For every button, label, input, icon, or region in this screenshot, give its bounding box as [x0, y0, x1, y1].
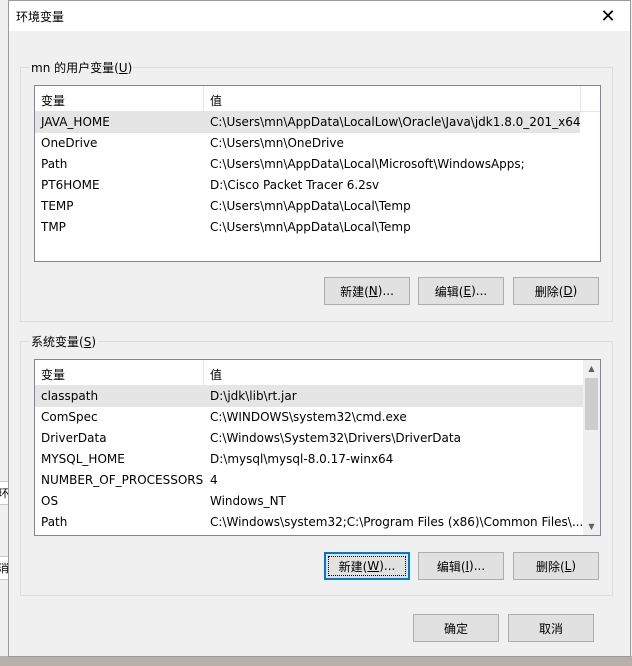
- variable-name: OS: [41, 494, 59, 508]
- table-row[interactable]: PT6HOME D:\Cisco Packet Tracer 6.2sv: [35, 175, 580, 196]
- variable-name: DriverData: [41, 431, 107, 445]
- table-row[interactable]: JAVA_HOME C:\Users\mn\AppData\LocalLow\Or…: [35, 112, 581, 133]
- system-new-button[interactable]: 新建(W)...: [324, 552, 410, 580]
- variable-value: D:\Cisco Packet Tracer 6.2sv: [210, 178, 380, 192]
- table-row[interactable]: Path C:\Users\mn\AppData\Local\Microsoft\…: [35, 154, 580, 175]
- variable-name: NUMBER_OF_PROCESSORS: [41, 473, 204, 487]
- variable-value: C:\Users\mn\OneDrive: [210, 136, 344, 150]
- scroll-up-icon[interactable]: ▲: [583, 360, 600, 377]
- system-variables-legend: 系统变量(S): [29, 333, 98, 350]
- list-header: 变量 值: [35, 86, 600, 112]
- variable-name: JAVA_HOME: [41, 115, 110, 129]
- user-edit-button[interactable]: 编辑(E)...: [418, 277, 504, 305]
- system-delete-button[interactable]: 删除(L): [513, 552, 599, 580]
- column-header-variable[interactable]: 变量: [41, 366, 65, 383]
- variable-name: MYSQL_HOME: [41, 452, 125, 466]
- user-delete-button[interactable]: 删除(D): [513, 277, 599, 305]
- environment-variables-dialog: 环境变量 ✕ mn 的用户变量(U) 变量 值 JAVA_HOME C:\User…: [8, 0, 631, 657]
- variable-value: C:\Users\mn\AppData\Local\Temp: [210, 199, 411, 213]
- table-row[interactable]: TEMP C:\Users\mn\AppData\Local\Temp: [35, 196, 580, 217]
- dialog-title: 环境变量: [16, 10, 65, 24]
- list-header: 变量 值: [35, 360, 600, 386]
- close-button[interactable]: ✕: [586, 1, 630, 31]
- system-variables-group: 系统变量(S) 变量 值 classpath D:\jdk\lib\rt.jar C…: [20, 333, 613, 596]
- table-row[interactable]: MYSQL_HOME D:\mysql\mysql-8.0.17-winx64: [35, 449, 583, 470]
- variable-value: C:\Users\mn\AppData\LocalLow\Oracle\Java…: [210, 115, 581, 129]
- vertical-scrollbar[interactable]: ▲ ▼: [583, 360, 600, 535]
- user-new-button[interactable]: 新建(N)...: [324, 277, 410, 305]
- variable-name: OneDrive: [41, 136, 98, 150]
- table-row[interactable]: Path C:\Windows\system32;C:\Program Files…: [35, 512, 583, 533]
- variable-value: C:\WINDOWS\system32\cmd.exe: [210, 410, 407, 424]
- table-row[interactable]: DriverData C:\Windows\System32\Drivers\Dr…: [35, 428, 583, 449]
- user-variables-list[interactable]: 变量 值 JAVA_HOME C:\Users\mn\AppData\LocalL…: [34, 85, 601, 262]
- variable-name: ComSpec: [41, 410, 98, 424]
- title-bar: 环境变量 ✕: [9, 1, 630, 31]
- system-variables-list[interactable]: 变量 值 classpath D:\jdk\lib\rt.jar ComSpec C:…: [34, 359, 601, 536]
- variable-value: C:\Windows\system32;C:\Program Files (x8…: [210, 515, 584, 529]
- column-header-value[interactable]: 值: [210, 92, 222, 109]
- background-desktop: [0, 656, 632, 666]
- variable-name: Path: [41, 515, 68, 529]
- column-divider: [580, 86, 581, 111]
- variable-value: C:\Windows\System32\Drivers\DriverData: [210, 431, 461, 445]
- variable-name: PT6HOME: [41, 178, 100, 192]
- table-row[interactable]: OS Windows_NT: [35, 491, 583, 512]
- scroll-down-icon[interactable]: ▼: [583, 518, 600, 535]
- ok-button[interactable]: 确定: [413, 614, 499, 642]
- table-row[interactable]: classpath D:\jdk\lib\rt.jar: [35, 386, 583, 407]
- user-variables-legend: mn 的用户变量(U): [29, 59, 135, 76]
- column-divider[interactable]: [203, 360, 204, 385]
- variable-name: TMP: [41, 220, 66, 234]
- column-header-variable[interactable]: 变量: [41, 92, 65, 109]
- table-row[interactable]: OneDrive C:\Users\mn\OneDrive: [35, 133, 580, 154]
- variable-value: C:\Users\mn\AppData\Local\Temp: [210, 220, 411, 234]
- close-icon: ✕: [600, 5, 616, 27]
- table-row[interactable]: TMP C:\Users\mn\AppData\Local\Temp: [35, 217, 580, 238]
- variable-value: C:\Users\mn\AppData\Local\Microsoft\Wind…: [210, 157, 525, 171]
- variable-value: Windows_NT: [210, 494, 286, 508]
- variable-name: Path: [41, 157, 68, 171]
- variable-name: classpath: [41, 389, 99, 403]
- table-row[interactable]: NUMBER_OF_PROCESSORS 4: [35, 470, 583, 491]
- column-divider[interactable]: [203, 86, 204, 111]
- cancel-button[interactable]: 取消: [508, 614, 594, 642]
- user-variables-group: mn 的用户变量(U) 变量 值 JAVA_HOME C:\Users\mn\Ap…: [20, 59, 613, 322]
- variable-value: D:\jdk\lib\rt.jar: [210, 389, 297, 403]
- scrollbar-thumb[interactable]: [585, 378, 598, 430]
- variable-name: TEMP: [41, 199, 74, 213]
- table-row[interactable]: ComSpec C:\WINDOWS\system32\cmd.exe: [35, 407, 583, 428]
- column-header-value[interactable]: 值: [210, 366, 222, 383]
- variable-value: 4: [210, 473, 218, 487]
- system-edit-button[interactable]: 编辑(I)...: [418, 552, 504, 580]
- variable-value: D:\mysql\mysql-8.0.17-winx64: [210, 452, 394, 466]
